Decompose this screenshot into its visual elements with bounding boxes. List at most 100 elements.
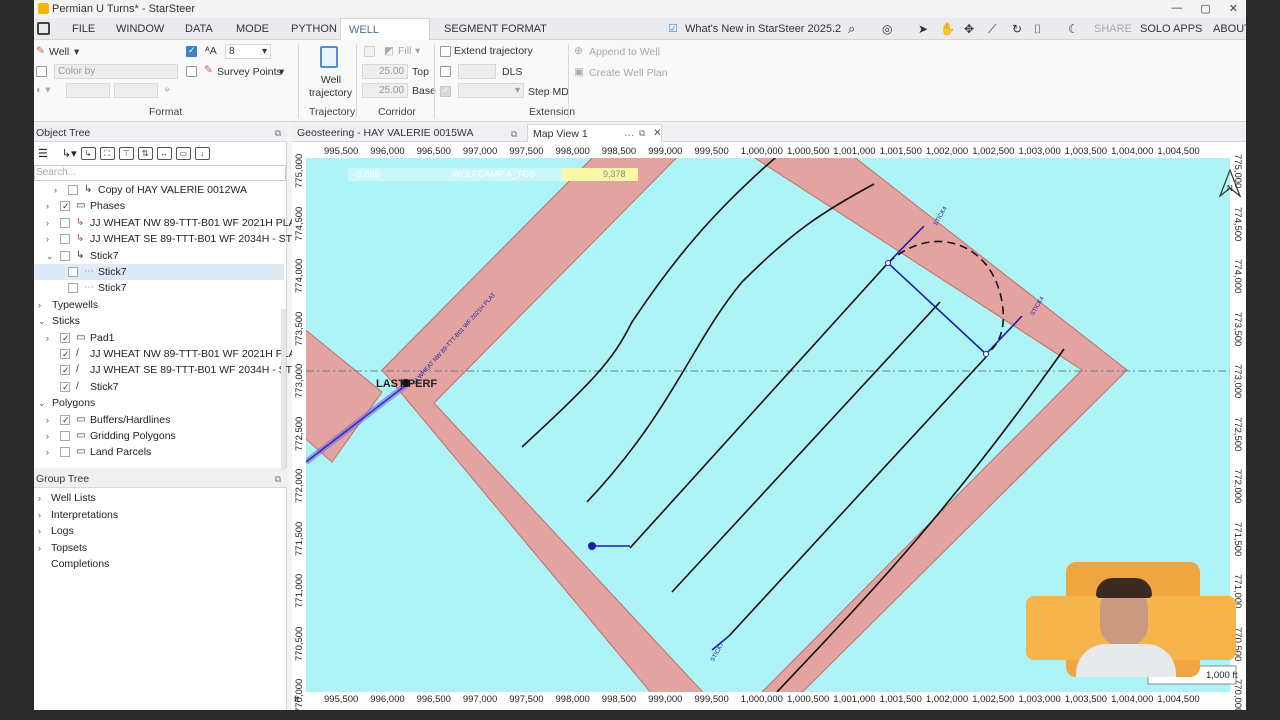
corridor-top-input[interactable]: 25.00 [362, 64, 408, 79]
close-tab-icon[interactable]: ✕ [648, 124, 662, 142]
tree-item[interactable]: › Typewells [34, 297, 284, 313]
tree-item[interactable]: ⋯ Stick7 [34, 280, 284, 296]
collapse-chevron-icon[interactable]: ⌄ [38, 313, 46, 329]
color-by-select[interactable]: Color by [54, 64, 178, 79]
solo-apps-menu[interactable]: SOLO APPS [1140, 18, 1202, 40]
font-size-select[interactable]: 8 ▾ [225, 44, 271, 59]
tree-item-checkbox[interactable] [60, 447, 70, 458]
search-icon[interactable]: ⌕ [848, 18, 855, 40]
tree-item[interactable]: › ▭ Pad1 [34, 330, 284, 346]
collapse-chevron-icon[interactable]: ⌄ [38, 395, 46, 411]
undock-icon[interactable]: ⧉ [634, 124, 645, 142]
undock-icon[interactable]: ⧉ [506, 125, 517, 143]
tree-search-input[interactable]: Search... [34, 165, 286, 181]
expand-chevron-icon[interactable]: › [38, 540, 41, 556]
tree-item-checkbox[interactable] [68, 267, 78, 277]
expand-chevron-icon[interactable]: › [46, 330, 49, 346]
expand-chevron-icon[interactable]: › [38, 297, 41, 313]
tree-item-checkbox[interactable] [60, 198, 70, 214]
expand-chevron-icon[interactable]: › [46, 215, 49, 231]
tab-well-format[interactable]: WELL FORMAT [340, 18, 430, 58]
font-size-checkbox[interactable] [186, 45, 197, 57]
tree-item-checkbox[interactable] [60, 379, 70, 395]
expand-chevron-icon[interactable]: › [46, 198, 49, 214]
tree-item[interactable]: / JJ WHEAT NW 89-TTT-B01 WF 2021H PLAT [34, 346, 301, 362]
tree-item-checkbox[interactable] [60, 346, 70, 362]
move-icon[interactable]: ✥ [964, 18, 974, 40]
tree-item[interactable]: › ▭ Phases [34, 198, 284, 214]
tree-item[interactable]: / Stick7 [34, 379, 284, 395]
expand-chevron-icon[interactable]: › [46, 231, 49, 247]
tree-item-checkbox[interactable] [60, 234, 70, 245]
dls-checkbox[interactable] [440, 66, 451, 77]
tree-item[interactable]: › ▭ Gridding Polygons [34, 428, 284, 444]
well-dropdown[interactable]: Well [49, 46, 69, 58]
append-to-well-button[interactable]: Append to Well [589, 46, 660, 58]
extend-trajectory-checkbox[interactable] [440, 46, 451, 57]
tree-item[interactable]: › ↳ Copy of HAY VALERIE 0012WA [34, 182, 284, 198]
target-icon[interactable]: ◎ [882, 18, 892, 40]
tab-data[interactable]: DATA [177, 18, 221, 40]
tree-item[interactable]: ⋯ Stick7 [34, 264, 284, 280]
tree-item[interactable]: › ↳ JJ WHEAT SE 89-TTT-B01 WF 2034H - ST0.… [34, 231, 307, 247]
expand-icon[interactable]: ↔ [156, 146, 172, 160]
camera-icon[interactable]: ⌷ [1034, 18, 1041, 40]
chevron-down-icon[interactable]: ▾ [74, 46, 79, 58]
share-button[interactable]: SHARE [1094, 18, 1132, 40]
comment-icon[interactable]: ▭ [175, 146, 191, 160]
tree-item-checkbox[interactable] [68, 185, 78, 195]
tree-item[interactable]: ⌄ Sticks [34, 313, 284, 329]
pointer-icon[interactable]: ➤ [918, 18, 928, 40]
survey-points-dropdown[interactable]: Survey Points [217, 66, 282, 78]
well-group-icon[interactable]: ↳ [80, 146, 96, 160]
tree-item-checkbox[interactable] [60, 217, 70, 228]
range-max-input[interactable] [114, 83, 158, 98]
tab-window[interactable]: WINDOW [108, 18, 172, 40]
well-add-icon[interactable]: ↳▾ [62, 147, 77, 160]
group-tree-item[interactable]: › Topsets [34, 540, 284, 556]
tab-python[interactable]: PYTHON [283, 18, 345, 40]
dls-input[interactable] [458, 64, 496, 79]
pan-hand-icon[interactable]: ✋ [940, 18, 955, 40]
undock-icon[interactable]: ⧉ [275, 470, 281, 488]
color-by-checkbox[interactable] [36, 66, 47, 77]
tree-item-checkbox[interactable] [60, 431, 70, 441]
select-icon[interactable]: ⛶ [99, 146, 115, 160]
close-button[interactable]: ✕ [1229, 2, 1238, 15]
whats-new-icon[interactable]: ☑ [668, 18, 678, 40]
collapse-chevron-icon[interactable]: ⌄ [46, 248, 54, 264]
tree-item-checkbox[interactable] [60, 250, 70, 261]
tab-geosteering[interactable]: Geosteering - HAY VALERIE 0015WA [292, 124, 522, 142]
chevron-down-icon[interactable]: ▾ [415, 45, 420, 57]
well-trajectory-label-1[interactable]: Well [320, 74, 342, 86]
whats-new-link[interactable]: What's New in StarSteer 2025.2 [685, 18, 841, 40]
expand-chevron-icon[interactable]: › [46, 412, 49, 428]
range-reset-icon[interactable]: ⌖ [164, 84, 170, 97]
tab-mode[interactable]: MODE [228, 18, 277, 40]
dark-mode-icon[interactable]: ☾ [1068, 18, 1079, 40]
create-well-plan-button[interactable]: Create Well Plan [589, 67, 668, 79]
about-menu[interactable]: ABOUT [1213, 18, 1246, 40]
fill-dropdown[interactable]: Fill [398, 45, 411, 57]
expand-chevron-icon[interactable]: › [38, 507, 41, 523]
tree-item[interactable]: ⌄ ↳ Stick7 [34, 248, 284, 264]
group-tree-item[interactable]: Completions [34, 556, 284, 572]
chevron-down-icon[interactable]: ▾ [279, 66, 284, 78]
range-min-input[interactable] [66, 83, 110, 98]
step-md-checkbox[interactable] [440, 85, 451, 97]
group-tree-item[interactable]: › Well Lists [34, 490, 284, 506]
expand-chevron-icon[interactable]: › [38, 523, 41, 539]
tree-item-checkbox[interactable] [60, 362, 70, 378]
maximize-button[interactable]: ▢ [1200, 2, 1210, 15]
ruler-icon[interactable]: ⟋ [988, 18, 996, 40]
survey-points-checkbox[interactable] [186, 66, 197, 77]
tops-icon[interactable]: ⊤ [118, 146, 134, 160]
corridor-checkbox[interactable] [364, 46, 375, 57]
group-tree-item[interactable]: › Interpretations [34, 507, 284, 523]
undock-icon[interactable]: ⧉ [275, 124, 281, 142]
tree-item-checkbox[interactable] [60, 330, 70, 346]
refresh-icon[interactable]: ↻ [1012, 18, 1022, 40]
filter-icon[interactable]: ☰ [38, 147, 48, 160]
expand-chevron-icon[interactable]: › [46, 428, 49, 444]
expand-chevron-icon[interactable]: › [46, 444, 49, 460]
